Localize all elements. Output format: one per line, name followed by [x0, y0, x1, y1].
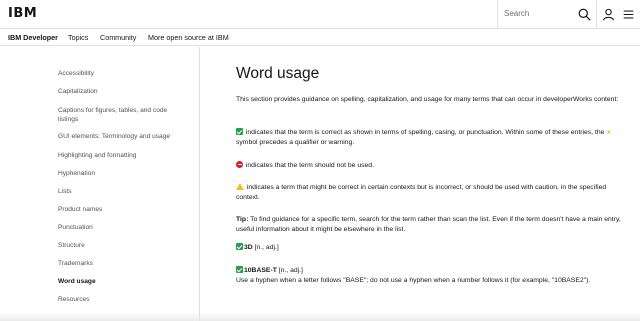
nav-brand-ibm-developer[interactable]: IBM Developer: [8, 33, 58, 42]
secondary-nav: IBM Developer Topics Community More open…: [0, 29, 640, 46]
entry-3d: 3D [n., adj.]: [236, 243, 628, 253]
legend-not-used: indicates that the term should not be us…: [236, 161, 628, 171]
sidebar-item-hyphenation[interactable]: Hyphenation: [58, 169, 188, 178]
nav-item-community[interactable]: Community: [100, 33, 136, 42]
check-icon: [236, 266, 243, 273]
sidebar-item-trademarks[interactable]: Trademarks: [58, 259, 188, 268]
sidebar-item-captions[interactable]: Captions for figures, tables, and code l…: [58, 106, 188, 124]
nav-item-more-open-source[interactable]: More open source at IBM: [148, 33, 229, 42]
sidebar-item-gui-elements[interactable]: GUI elements: Terminology and usage: [58, 132, 188, 141]
user-icon[interactable]: [602, 8, 615, 21]
legend-correct-text-2: symbol precedes a qualifier or warning.: [236, 139, 355, 146]
legend-not-used-text: indicates that the term should not be us…: [244, 162, 374, 169]
sidebar-item-highlighting[interactable]: Highlighting and formatting: [58, 151, 188, 160]
tip-paragraph: Tip: To find guidance for a specific ter…: [236, 215, 628, 235]
sidebar-item-punctuation[interactable]: Punctuation: [58, 223, 188, 232]
entry-term: 3D: [244, 244, 253, 251]
no-entry-icon: [236, 161, 243, 168]
ibm-logo[interactable]: IBM: [8, 6, 37, 21]
entry-term: 10BASE-T: [244, 267, 277, 274]
check-icon: [236, 243, 243, 250]
sidebar-item-word-usage[interactable]: Word usage: [58, 277, 188, 286]
main-content: Word usage This section provides guidanc…: [236, 47, 631, 321]
legend-correct-text-1: indicates that the term is correct as sh…: [244, 129, 607, 136]
menu-icon[interactable]: [623, 9, 634, 20]
search-input[interactable]: Search: [497, 0, 595, 29]
sidebar-item-structure[interactable]: Structure: [58, 241, 188, 250]
sidebar-item-capitalization[interactable]: Capitalization: [58, 87, 188, 96]
warning-icon: [236, 183, 244, 190]
entry-pos: [n., adj.]: [276, 267, 303, 274]
star-icon: ★: [606, 130, 612, 136]
legend-caution-text: indicates a term that might be correct i…: [236, 184, 607, 201]
sidebar-item-resources[interactable]: Resources: [58, 295, 188, 304]
sidebar-item-lists[interactable]: Lists: [58, 187, 188, 196]
check-icon: [236, 128, 243, 135]
sidebar-item-product-names[interactable]: Product names: [58, 205, 188, 214]
entry-10base-t: 10BASE-T [n., adj.] Use a hyphen when a …: [236, 266, 628, 286]
entry-pos: [n., adj.]: [252, 244, 279, 251]
intro-text: This section provides guidance on spelli…: [236, 96, 619, 103]
nav-item-topics[interactable]: Topics: [68, 33, 88, 42]
search-placeholder: Search: [504, 9, 530, 18]
page-title: Word usage: [236, 65, 320, 82]
legend-correct: indicates that the term is correct as sh…: [236, 128, 628, 148]
entry-note: Use a hyphen when a letter follows "BASE…: [236, 277, 591, 284]
legend-caution: indicates a term that might be correct i…: [236, 183, 628, 203]
sidebar: Accessibility Capitalization Captions fo…: [0, 47, 200, 321]
masthead-divider: [596, 0, 597, 29]
bottom-fade: [0, 312, 640, 321]
masthead: IBM Search: [0, 0, 640, 29]
tip-label: Tip:: [236, 216, 249, 223]
tip-text: To find guidance for a specific term, se…: [236, 216, 621, 233]
search-icon[interactable]: [578, 8, 591, 21]
intro-paragraph: This section provides guidance on spelli…: [236, 95, 628, 105]
sidebar-item-accessibility[interactable]: Accessibility: [58, 69, 188, 78]
